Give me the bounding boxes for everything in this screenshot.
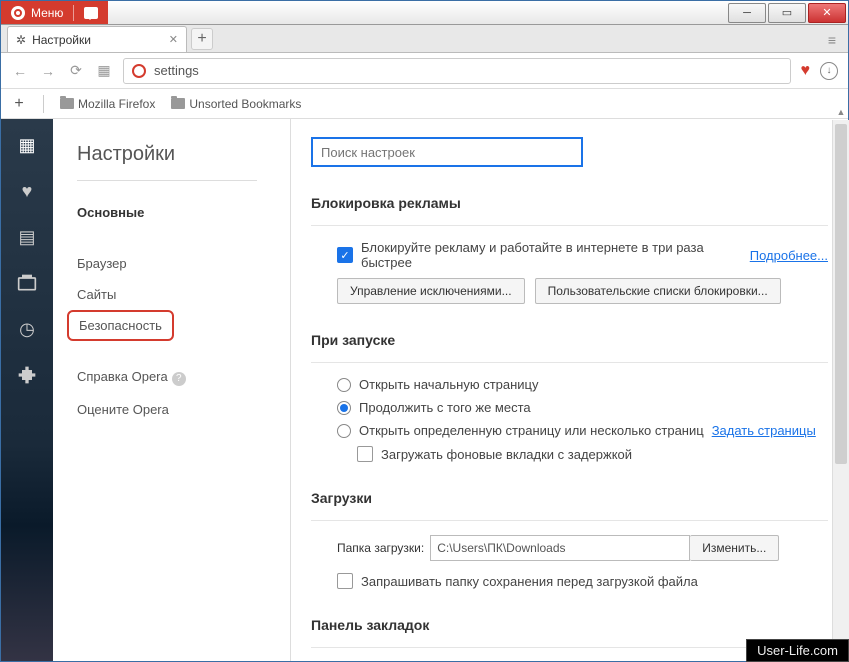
gear-icon: ✲: [16, 33, 26, 47]
sidebar-item-rate[interactable]: Оцените Opera: [77, 394, 290, 425]
speech-bubble-icon: [84, 7, 98, 19]
block-lists-button[interactable]: Пользовательские списки блокировки...: [535, 278, 781, 304]
bg-tabs-label: Загружать фоновые вкладки с задержкой: [381, 447, 632, 462]
ask-before-label: Запрашивать папку сохранения перед загру…: [361, 574, 698, 589]
bookmarks-panel-heading: Панель закладок: [311, 617, 828, 633]
maximize-button[interactable]: ▭: [768, 3, 806, 23]
address-bar[interactable]: settings: [123, 58, 791, 84]
opera-menu-button[interactable]: Меню: [1, 1, 108, 24]
change-folder-button[interactable]: Изменить...: [690, 535, 779, 561]
ask-before-download-checkbox[interactable]: [337, 573, 353, 589]
startup-opt1-label: Открыть начальную страницу: [359, 377, 539, 392]
set-pages-link[interactable]: Задать страницы: [712, 423, 816, 438]
divider: [73, 5, 74, 21]
startup-radio-home[interactable]: [337, 378, 351, 392]
menu-label: Меню: [31, 6, 63, 20]
startup-opt2-label: Продолжить с того же места: [359, 400, 531, 415]
forward-icon[interactable]: →: [39, 63, 57, 79]
opera-url-icon: [132, 64, 146, 78]
downloads-heading: Загрузки: [311, 490, 828, 506]
tab-settings[interactable]: ✲ Настройки ✕: [7, 26, 187, 52]
sidebar-item-browser[interactable]: Браузер: [77, 248, 290, 279]
settings-sidebar: Настройки Основные Браузер Сайты Безопас…: [53, 119, 291, 661]
tab-title: Настройки: [32, 33, 91, 47]
scrollbar[interactable]: ▲ ▼: [832, 120, 849, 640]
download-folder-label: Папка загрузки:: [337, 541, 424, 555]
left-icon-rail: ▦ ♥ ▤ ◷: [1, 119, 53, 661]
adblock-learn-more-link[interactable]: Подробнее...: [750, 248, 828, 263]
watermark: User-Life.com: [746, 639, 849, 662]
bookmarks-rail-icon[interactable]: ♥: [15, 179, 39, 203]
folder-icon: [171, 98, 185, 109]
opera-logo-icon: [11, 6, 25, 20]
divider: [43, 95, 44, 113]
bookmark-heart-icon[interactable]: ♥: [801, 62, 811, 80]
adblock-heading: Блокировка рекламы: [311, 195, 828, 211]
sidebar-item-security[interactable]: Безопасность: [67, 310, 174, 341]
bookmark-label: Unsorted Bookmarks: [189, 97, 301, 111]
bookmark-label: Mozilla Firefox: [78, 97, 155, 111]
tab-close-icon[interactable]: ✕: [169, 33, 178, 46]
sidebar-item-sites[interactable]: Сайты: [77, 279, 290, 310]
help-icon: ?: [172, 372, 186, 386]
close-button[interactable]: ✕: [808, 3, 846, 23]
divider: [77, 180, 257, 181]
startup-radio-continue[interactable]: [337, 401, 351, 415]
history-rail-icon[interactable]: ◷: [15, 317, 39, 341]
download-folder-input[interactable]: [430, 535, 690, 561]
startup-radio-specific[interactable]: [337, 424, 351, 438]
bookmark-folder-unsorted[interactable]: Unsorted Bookmarks: [171, 97, 301, 111]
minimize-button[interactable]: ─: [728, 3, 766, 23]
extensions-rail-icon[interactable]: [15, 363, 39, 387]
speed-dial-rail-icon[interactable]: ▦: [15, 133, 39, 157]
news-rail-icon[interactable]: ▤: [15, 225, 39, 249]
back-icon[interactable]: ←: [11, 63, 29, 79]
url-text: settings: [154, 63, 199, 78]
bookmark-folder-firefox[interactable]: Mozilla Firefox: [60, 97, 155, 111]
speed-dial-icon[interactable]: ▦: [95, 62, 113, 79]
adblock-label: Блокируйте рекламу и работайте в интерне…: [361, 240, 742, 270]
bg-tabs-checkbox[interactable]: [357, 446, 373, 462]
sidebar-item-basic[interactable]: Основные: [77, 197, 290, 228]
sidebar-item-help[interactable]: Справка Opera?: [77, 361, 290, 394]
startup-heading: При запуске: [311, 332, 828, 348]
adblock-checkbox[interactable]: ✓: [337, 247, 353, 263]
scroll-up-icon[interactable]: ▲: [833, 104, 849, 120]
settings-search-input[interactable]: [311, 137, 583, 167]
scroll-thumb[interactable]: [835, 124, 847, 464]
folder-icon: [60, 98, 74, 109]
reload-icon[interactable]: ⟳: [67, 62, 85, 79]
tabs-rail-icon[interactable]: [15, 271, 39, 295]
tab-menu-icon[interactable]: ≡: [828, 32, 836, 48]
startup-opt3-label: Открыть определенную страницу или нескол…: [359, 423, 704, 438]
settings-title: Настройки: [77, 143, 290, 166]
settings-content: Блокировка рекламы ✓ Блокируйте рекламу …: [291, 119, 848, 661]
manage-exceptions-button[interactable]: Управление исключениями...: [337, 278, 525, 304]
new-tab-button[interactable]: +: [191, 28, 213, 50]
downloads-icon[interactable]: ↓: [820, 62, 838, 80]
add-bookmark-icon[interactable]: +: [11, 95, 27, 113]
